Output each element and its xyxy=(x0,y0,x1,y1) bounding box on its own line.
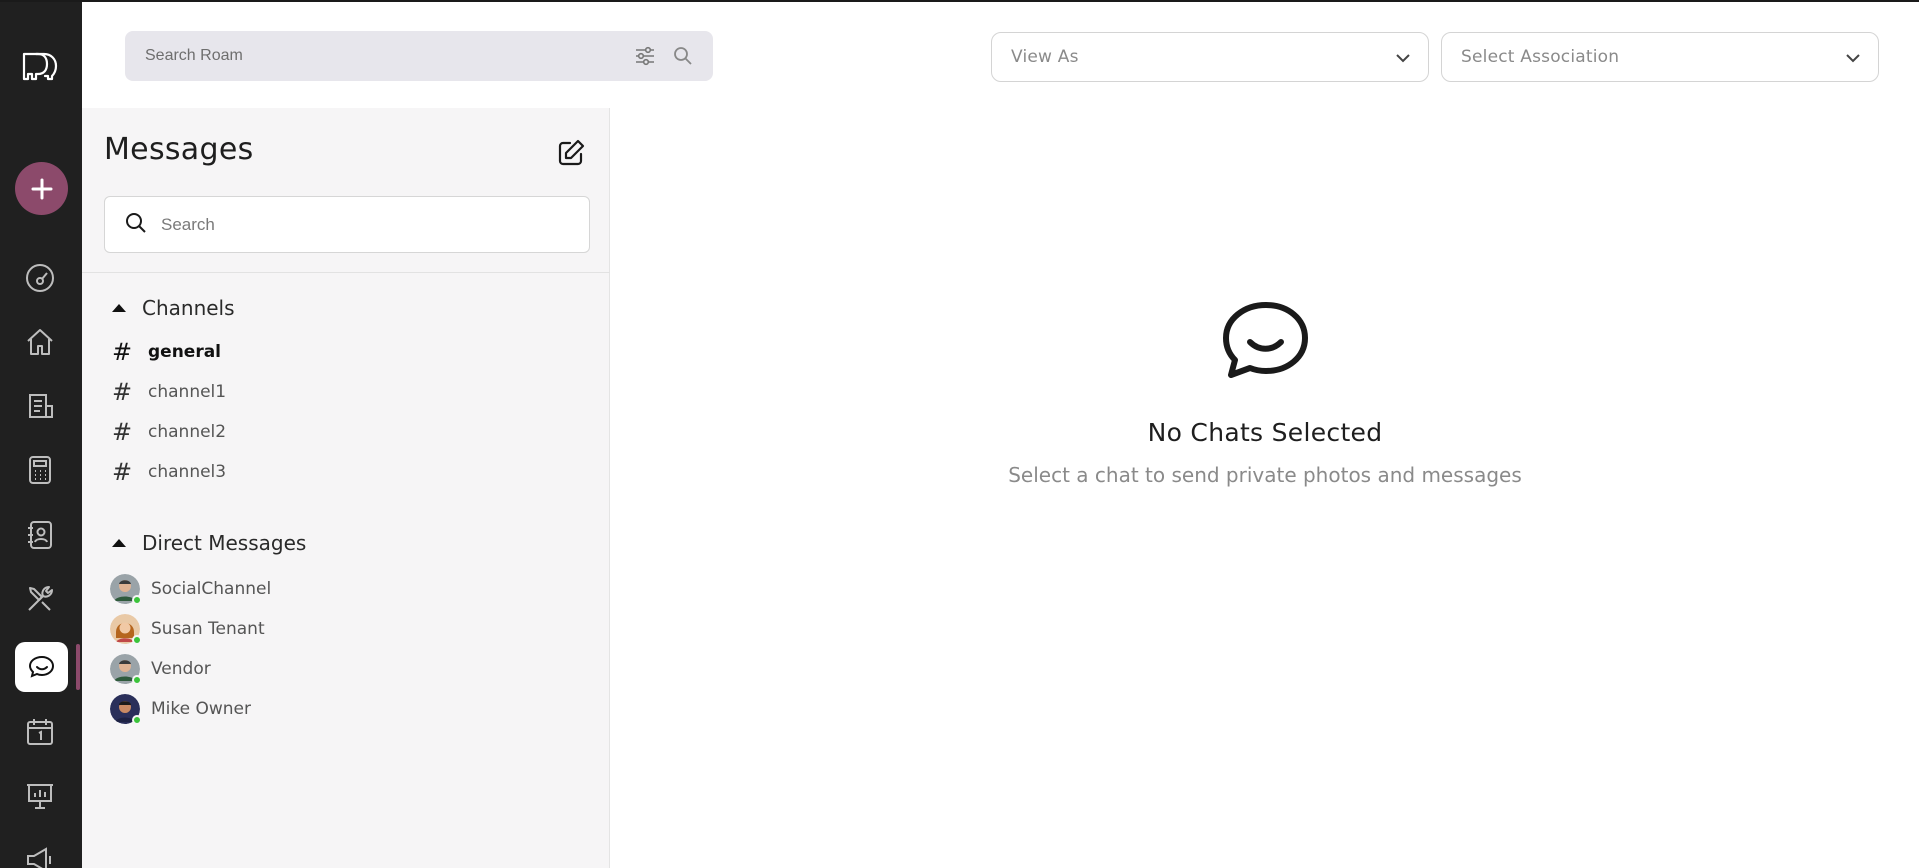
chat-bubble-icon xyxy=(1220,300,1310,384)
online-status-dot xyxy=(132,635,142,645)
avatar xyxy=(110,694,142,725)
presentation-icon[interactable] xyxy=(18,774,62,818)
global-search-input[interactable] xyxy=(145,47,619,65)
chevron-down-icon xyxy=(1396,48,1410,67)
compose-message-button[interactable] xyxy=(554,136,588,170)
contacts-icon[interactable] xyxy=(18,513,62,557)
view-as-select[interactable]: View As xyxy=(991,32,1429,82)
global-search-bar xyxy=(125,31,713,81)
hash-icon: # xyxy=(112,418,133,446)
direct-messages-header: Direct Messages xyxy=(142,531,307,555)
dm-item-socialchannel[interactable]: SocialChannel xyxy=(110,574,272,605)
messages-search-box xyxy=(104,196,590,253)
channel-name: general xyxy=(148,342,222,362)
create-new-button[interactable] xyxy=(15,162,68,215)
home-icon[interactable] xyxy=(18,320,62,364)
empty-state-title: No Chats Selected xyxy=(1147,418,1383,447)
divider xyxy=(82,272,610,273)
empty-state-subtitle: Select a chat to send private photos and… xyxy=(1008,463,1522,487)
avatar xyxy=(110,614,142,645)
dm-name: Vendor xyxy=(151,659,211,679)
calendar-icon[interactable] xyxy=(18,710,62,754)
filter-sliders-icon[interactable] xyxy=(633,44,657,68)
hash-icon: # xyxy=(112,338,133,366)
dm-name: Susan Tenant xyxy=(151,619,265,639)
channel-name: channel3 xyxy=(148,462,227,482)
channel-item-channel3[interactable]: # channel3 xyxy=(112,458,226,486)
direct-messages-section-toggle[interactable]: Direct Messages xyxy=(112,531,306,555)
channel-name: channel1 xyxy=(148,382,227,402)
avatar xyxy=(110,654,142,685)
dm-item-susan-tenant[interactable]: Susan Tenant xyxy=(110,614,265,645)
active-nav-indicator xyxy=(76,644,80,690)
dm-name: SocialChannel xyxy=(151,579,272,599)
app-logo-icon[interactable] xyxy=(21,50,61,82)
hash-icon: # xyxy=(112,378,133,406)
online-status-dot xyxy=(132,595,142,605)
app-window: View As Select Association Messages xyxy=(0,0,1919,868)
chevron-down-icon xyxy=(1846,48,1860,67)
hash-icon: # xyxy=(112,458,133,486)
channel-name: channel2 xyxy=(148,422,227,442)
association-select[interactable]: Select Association xyxy=(1441,32,1879,82)
channels-header: Channels xyxy=(142,296,235,320)
calculator-icon[interactable] xyxy=(18,448,62,492)
ledger-icon[interactable] xyxy=(18,384,62,428)
chat-main-area: No Chats Selected Select a chat to send … xyxy=(611,108,1919,868)
left-nav-rail xyxy=(0,2,82,868)
messages-panel: Messages Channels # general # channel1 xyxy=(82,108,610,868)
avatar xyxy=(110,574,142,605)
view-as-label: View As xyxy=(1011,47,1079,67)
channels-section-toggle[interactable]: Channels xyxy=(112,296,235,320)
tools-icon[interactable] xyxy=(18,577,62,621)
messages-search-input[interactable] xyxy=(161,214,571,235)
search-icon xyxy=(125,212,147,238)
dm-name: Mike Owner xyxy=(151,699,251,719)
online-status-dot xyxy=(132,675,142,685)
chat-icon[interactable] xyxy=(15,642,68,692)
megaphone-icon[interactable] xyxy=(18,838,62,868)
channel-item-channel1[interactable]: # channel1 xyxy=(112,378,226,406)
dm-item-vendor[interactable]: Vendor xyxy=(110,654,211,685)
caret-up-icon xyxy=(112,539,126,547)
association-label: Select Association xyxy=(1461,47,1620,67)
channel-item-general[interactable]: # general xyxy=(112,338,221,366)
messages-title: Messages xyxy=(104,132,254,167)
caret-up-icon xyxy=(112,304,126,312)
dashboard-icon[interactable] xyxy=(18,256,62,300)
channel-item-channel2[interactable]: # channel2 xyxy=(112,418,226,446)
dm-item-mike-owner[interactable]: Mike Owner xyxy=(110,694,251,725)
online-status-dot xyxy=(132,715,142,725)
search-icon[interactable] xyxy=(671,44,695,68)
